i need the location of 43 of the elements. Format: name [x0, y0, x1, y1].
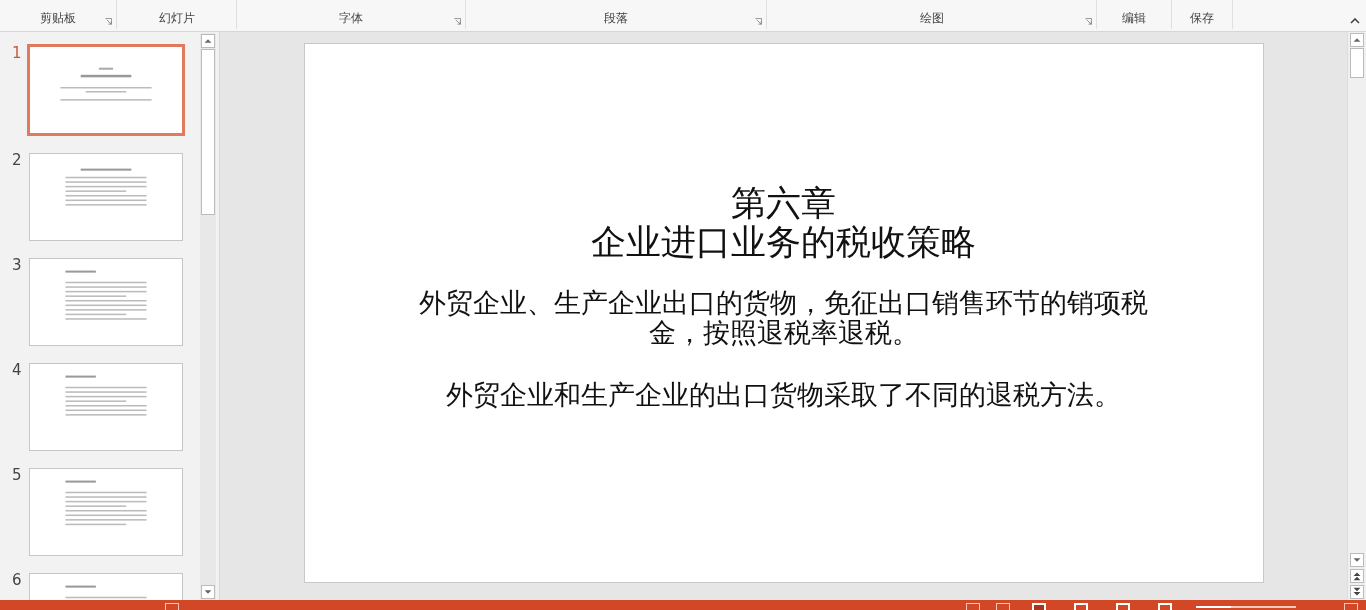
group-label: 剪贴板	[40, 11, 76, 25]
scroll-up-icon[interactable]	[1350, 33, 1364, 47]
dialog-launcher-icon[interactable]	[454, 18, 461, 25]
scrollbar[interactable]	[200, 33, 216, 600]
dialog-launcher-icon[interactable]	[105, 18, 112, 25]
body-text: 外贸企业和生产企业的出口货物采取了不同的退税方法。	[445, 380, 1122, 410]
group-label: 幻灯片	[158, 11, 195, 25]
slide-number: 5	[11, 468, 23, 482]
previous-slide-icon[interactable]	[1350, 569, 1364, 583]
comments-icon[interactable]	[996, 603, 1010, 610]
normal-view-icon[interactable]	[1032, 603, 1046, 610]
body-text: 外贸企业、生产企业出口的货物，免征出口销售环节的销项税金，按照退税率退税。	[418, 288, 1149, 348]
scroll-down-icon[interactable]	[1350, 553, 1364, 567]
slide-sorter-icon[interactable]	[1074, 603, 1088, 610]
dialog-launcher-icon[interactable]	[755, 18, 762, 25]
scroll-thumb[interactable]	[1350, 48, 1364, 78]
dialog-launcher-icon[interactable]	[1085, 18, 1092, 25]
slide-number: 6	[11, 573, 23, 587]
group-label: 字体	[339, 11, 363, 25]
scroll-thumb[interactable]	[201, 49, 215, 215]
slideshow-icon[interactable]	[1158, 603, 1172, 610]
notes-icon[interactable]	[966, 603, 980, 610]
slide-number: 4	[11, 363, 23, 377]
group-label: 段落	[604, 11, 628, 25]
slide-thumbnail[interactable]	[27, 44, 185, 136]
slide-thumbnail[interactable]	[29, 468, 183, 556]
scroll-up-icon[interactable]	[201, 34, 215, 48]
reading-view-icon[interactable]	[1116, 603, 1130, 610]
group-label: 编辑	[1122, 11, 1146, 25]
slide-number: 1	[11, 46, 23, 60]
group-label: 保存	[1190, 11, 1214, 25]
scrollbar[interactable]	[1347, 32, 1366, 600]
slide-number: 3	[11, 258, 23, 272]
collapse-ribbon-icon[interactable]	[1350, 18, 1360, 24]
group-label: 绘图	[919, 11, 944, 25]
next-slide-icon[interactable]	[1350, 585, 1364, 599]
slide-title: 第六章 企业进口业务的税收策略	[591, 184, 976, 262]
slide-thumbnail[interactable]	[29, 153, 183, 241]
slide-thumbnail[interactable]	[29, 363, 183, 451]
spelling-icon[interactable]	[165, 603, 179, 610]
slide-number: 2	[11, 153, 23, 167]
scroll-down-icon[interactable]	[201, 585, 215, 599]
slide-thumbnail[interactable]	[29, 258, 183, 346]
